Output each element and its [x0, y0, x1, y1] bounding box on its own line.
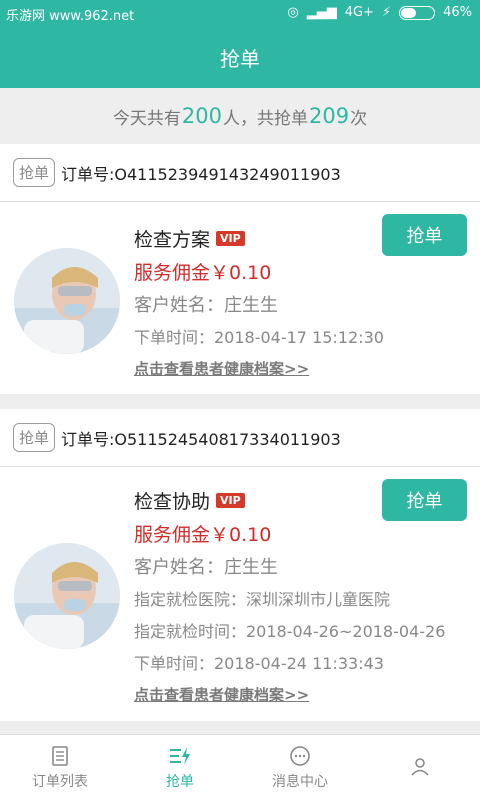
health-record-link[interactable]: 点击查看患者健康档案>>	[134, 680, 445, 710]
order-header: 抢单 订单号:O411523949143249011903	[0, 144, 480, 202]
tab-grab-order[interactable]: 抢单	[120, 735, 240, 800]
grab-order-button[interactable]: 抢单	[382, 214, 467, 256]
network-label: 4G+	[344, 5, 374, 20]
order-time: 下单时间：2018-04-17 15:12:30	[134, 328, 384, 347]
signal-icon: ▂▄▆	[306, 5, 337, 20]
status-right: ◎ ▂▄▆ 4G+ ⚡ 46%	[287, 5, 472, 20]
order-info: 检查方案 VIP 服务佣金￥0.10 客户姓名：庄生生 下单时间：2018-04…	[134, 220, 384, 384]
summary-times: 209	[309, 104, 350, 128]
profile-icon	[411, 757, 429, 776]
charging-icon: ⚡	[381, 5, 392, 20]
order-card[interactable]: 抢单 订单号:O411523949143249011903 检查方案 VIP 服…	[0, 144, 480, 394]
order-number: 订单号:O411523949143249011903	[61, 164, 341, 184]
vip-badge: VIP	[216, 230, 245, 246]
tab-label: 订单列表	[32, 773, 88, 790]
bottom-tab-bar: 订单列表 抢单 消息中心	[0, 734, 480, 800]
order-list-icon	[52, 745, 68, 766]
tab-message-center[interactable]: 消息中心	[240, 735, 360, 800]
summary-people: 200	[181, 104, 222, 128]
tab-profile[interactable]	[360, 735, 480, 800]
order-title: 检查协助	[134, 490, 211, 513]
summary-bar: 今天共有 200 人，共抢单 209 次	[0, 88, 480, 144]
customer-name: 客户姓名：庄生生	[134, 557, 278, 578]
message-icon	[290, 745, 310, 766]
grab-order-button[interactable]: 抢单	[382, 479, 467, 521]
battery-percent: 46%	[443, 5, 472, 20]
service-fee: 服务佣金￥0.10	[134, 262, 272, 284]
order-number: 订单号:O511524540817334011903	[61, 429, 341, 449]
battery-icon	[399, 5, 436, 20]
grab-tag: 抢单	[13, 158, 56, 187]
order-title: 检查方案	[134, 228, 211, 251]
tab-order-list[interactable]: 订单列表	[0, 735, 120, 800]
summary-mid: 人，共抢单	[223, 108, 308, 129]
designated-hospital: 指定就检医院：深圳深圳市儿童医院	[134, 590, 391, 609]
order-header: 抢单 订单号:O511524540817334011903	[0, 409, 480, 467]
status-bar: 乐游网 www.962.net ◎ ▂▄▆ 4G+ ⚡ 46%	[0, 0, 480, 26]
order-time: 下单时间：2018-04-24 11:33:43	[134, 654, 384, 673]
tab-label: 消息中心	[272, 773, 328, 790]
vip-badge: VIP	[216, 492, 245, 508]
doctor-avatar	[14, 543, 120, 649]
page-title: 抢单	[0, 26, 480, 88]
summary-prefix: 今天共有	[112, 108, 181, 129]
summary-suffix: 次	[350, 108, 368, 129]
service-fee: 服务佣金￥0.10	[134, 524, 272, 546]
doctor-avatar	[14, 248, 120, 354]
watermark-text: 乐游网 www.962.net	[6, 9, 135, 24]
order-card[interactable]: 抢单 订单号:O511524540817334011903 检查协助 VIP 服…	[0, 409, 480, 721]
grab-order-icon	[170, 746, 190, 765]
wifi-icon: ◎	[287, 5, 299, 20]
designated-time: 指定就检时间：2018-04-26~2018-04-26	[134, 622, 446, 641]
tab-label: 抢单	[166, 773, 194, 790]
grab-tag: 抢单	[13, 423, 56, 452]
customer-name: 客户姓名：庄生生	[134, 295, 278, 316]
health-record-link[interactable]: 点击查看患者健康档案>>	[134, 354, 384, 384]
